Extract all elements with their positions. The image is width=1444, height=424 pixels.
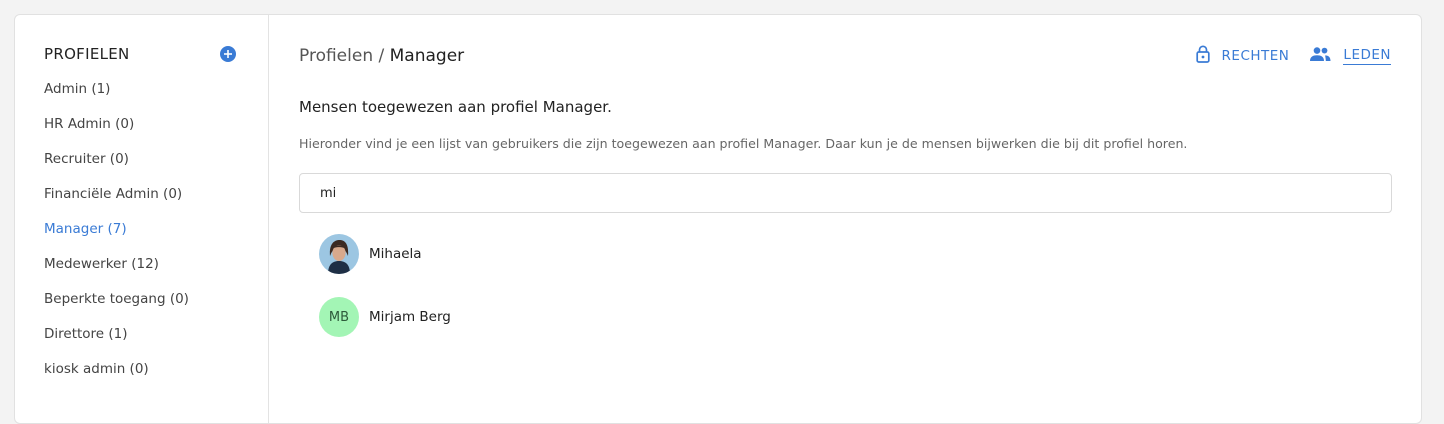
tab-rechten[interactable]: RECHTEN <box>1195 45 1290 67</box>
tab-rechten-label: RECHTEN <box>1221 48 1290 64</box>
profile-tabs: RECHTEN LEDEN <box>1195 45 1391 67</box>
tab-leden-label: LEDEN <box>1343 47 1391 65</box>
sidebar-item-recruiter[interactable]: Recruiter (0) <box>44 150 189 185</box>
breadcrumb-current: Manager <box>389 46 465 66</box>
member-search-input[interactable] <box>299 173 1392 213</box>
breadcrumb: Profielen / Manager <box>299 46 464 66</box>
member-name: Mihaela <box>369 246 422 262</box>
sidebar-item-kiosk-admin[interactable]: kiosk admin (0) <box>44 360 189 395</box>
tab-leden[interactable]: LEDEN <box>1309 47 1391 65</box>
profiles-card: PROFIELEN Admin (1) HR Admin (0) Recruit… <box>14 14 1422 424</box>
breadcrumb-parent[interactable]: Profielen <box>299 46 373 66</box>
profile-list: Admin (1) HR Admin (0) Recruiter (0) Fin… <box>44 80 189 395</box>
sidebar-item-beperkte-toegang[interactable]: Beperkte toegang (0) <box>44 290 189 325</box>
sidebar-item-hr-admin[interactable]: HR Admin (0) <box>44 115 189 150</box>
section-description: Hieronder vind je een lijst van gebruike… <box>299 136 1188 151</box>
people-icon <box>1309 47 1331 65</box>
main-panel: Profielen / Manager RECHTEN LEDEN Mensen… <box>269 15 1421 423</box>
avatar: MB <box>319 297 359 337</box>
profiles-sidebar: PROFIELEN Admin (1) HR Admin (0) Recruit… <box>15 15 269 423</box>
member-list-item[interactable]: Mihaela <box>319 234 422 274</box>
lock-icon <box>1195 45 1210 67</box>
sidebar-item-admin[interactable]: Admin (1) <box>44 80 189 115</box>
add-profile-icon[interactable] <box>220 46 236 62</box>
sidebar-title: PROFIELEN <box>44 45 130 63</box>
breadcrumb-separator: / <box>373 46 390 66</box>
member-list-item[interactable]: MB Mirjam Berg <box>319 297 451 337</box>
sidebar-item-medewerker[interactable]: Medewerker (12) <box>44 255 189 290</box>
sidebar-item-financiele-admin[interactable]: Financiële Admin (0) <box>44 185 189 220</box>
member-name: Mirjam Berg <box>369 309 451 325</box>
sidebar-item-direttore[interactable]: Direttore (1) <box>44 325 189 360</box>
avatar <box>319 234 359 274</box>
section-title: Mensen toegewezen aan profiel Manager. <box>299 98 612 116</box>
sidebar-item-manager[interactable]: Manager (7) <box>44 220 189 255</box>
